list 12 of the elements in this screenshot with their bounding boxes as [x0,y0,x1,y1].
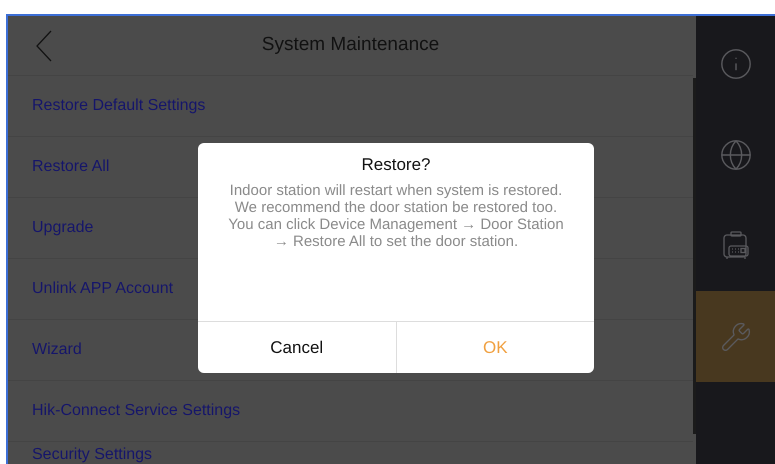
wrench-icon [720,320,752,352]
back-icon [36,30,52,62]
cancel-button[interactable]: Cancel [198,322,396,373]
dialog-title: Restore? [362,154,430,176]
ok-button[interactable]: OK [396,322,594,373]
sidebar-tab[interactable] [696,291,775,382]
page-title: System Maintenance [262,33,440,58]
info-icon [718,46,752,80]
back-button[interactable] [36,30,52,62]
dialog-message: Indoor station will restart when system is restored. We recommend the door station be restored too. You can click Device Management → Door Station → Restore All to set the door station. [227,182,565,250]
intercom-device-icon [722,230,750,260]
globe-icon [718,138,752,172]
